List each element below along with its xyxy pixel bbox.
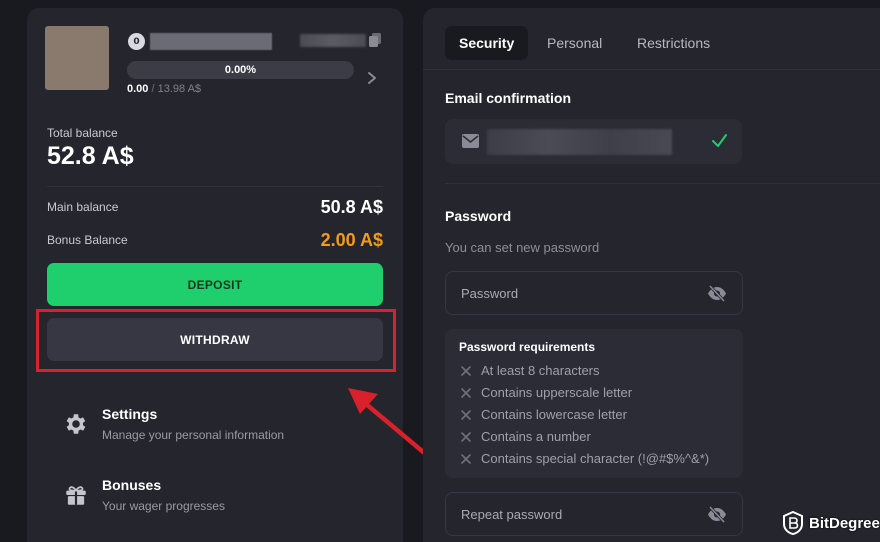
gift-icon xyxy=(66,486,86,505)
x-icon xyxy=(461,409,471,420)
eye-off-icon[interactable] xyxy=(707,506,727,523)
gear-icon xyxy=(66,414,86,434)
repeat-password-placeholder: Repeat password xyxy=(461,507,563,522)
avatar[interactable] xyxy=(45,26,109,90)
eye-off-icon[interactable] xyxy=(707,285,727,302)
requirement-item: At least 8 characters xyxy=(459,363,600,378)
bitdegree-brand: BitDegree xyxy=(809,514,880,532)
x-icon xyxy=(461,431,471,442)
progress-amount: 0.00 / 13.98 A$ xyxy=(127,83,201,95)
email-section-title: Email confirmation xyxy=(445,90,572,106)
withdraw-button[interactable]: WITHDRAW xyxy=(47,318,383,361)
requirement-label: At least 8 characters xyxy=(481,363,600,378)
requirement-item: Contains upperscale letter xyxy=(459,385,632,400)
x-icon xyxy=(461,453,471,464)
x-icon xyxy=(461,387,471,398)
total-balance-value: 52.8 A$ xyxy=(47,142,134,170)
tab-personal[interactable]: Personal xyxy=(547,26,602,60)
main-balance-label: Main balance xyxy=(47,200,119,214)
password-section-subtitle: You can set new password xyxy=(445,240,600,255)
total-balance-label: Total balance xyxy=(47,126,118,140)
requirement-item: Contains lowercase letter xyxy=(459,407,627,422)
chevron-right-icon[interactable] xyxy=(366,70,378,86)
password-section-title: Password xyxy=(445,208,512,224)
requirement-label: Contains upperscale letter xyxy=(481,385,633,400)
divider xyxy=(423,69,880,70)
requirements-title: Password requirements xyxy=(459,340,596,354)
password-requirements-box: Password requirements At least 8 charact… xyxy=(445,329,743,478)
deposit-button[interactable]: DEPOSIT xyxy=(47,263,383,306)
menu-item-bonuses[interactable]: Bonuses Your wager progresses xyxy=(55,473,355,523)
progress-separator: / xyxy=(151,83,155,95)
copy-icon[interactable] xyxy=(369,33,381,47)
divider xyxy=(47,186,383,187)
bonus-balance-value: 2.00 A$ xyxy=(320,230,383,250)
main-balance-value: 50.8 A$ xyxy=(320,197,383,217)
progress-current: 0.00 xyxy=(127,83,149,95)
x-icon xyxy=(461,365,471,376)
menu-title: Bonuses xyxy=(102,477,162,493)
mail-icon xyxy=(462,134,479,148)
menu-subtitle: Your wager progresses xyxy=(102,499,225,513)
username-redacted xyxy=(150,33,272,50)
password-field[interactable]: Password xyxy=(445,271,743,315)
bitdegree-logo-icon xyxy=(783,511,803,535)
repeat-password-field[interactable]: Repeat password xyxy=(445,492,743,536)
requirement-label: Contains special character (!@#$%^&*) xyxy=(481,451,710,466)
password-placeholder: Password xyxy=(461,286,519,301)
requirement-item: Contains a number xyxy=(459,429,591,444)
menu-subtitle: Manage your personal information xyxy=(102,428,285,442)
user-id-redacted xyxy=(300,34,366,47)
menu-item-settings[interactable]: Settings Manage your personal informatio… xyxy=(55,402,355,452)
progress-max: 13.98 A$ xyxy=(157,83,202,95)
tab-security[interactable]: Security xyxy=(445,26,529,60)
requirement-label: Contains lowercase letter xyxy=(481,407,627,422)
email-redacted xyxy=(487,129,672,155)
bitdegree-watermark: BitDegree xyxy=(782,511,880,535)
level-progress-bar: 0.00% xyxy=(127,61,354,79)
progress-percent: 0.00% xyxy=(224,64,257,76)
check-icon xyxy=(712,134,727,147)
requirement-item: Contains special character (!@#$%^&*) xyxy=(459,451,709,466)
menu-title: Settings xyxy=(102,406,158,422)
level-badge: 0 xyxy=(128,33,145,50)
bonus-balance-label: Bonus Balance xyxy=(47,233,128,247)
tab-restrictions[interactable]: Restrictions xyxy=(637,26,710,60)
requirement-label: Contains a number xyxy=(481,429,591,444)
divider xyxy=(445,183,880,184)
